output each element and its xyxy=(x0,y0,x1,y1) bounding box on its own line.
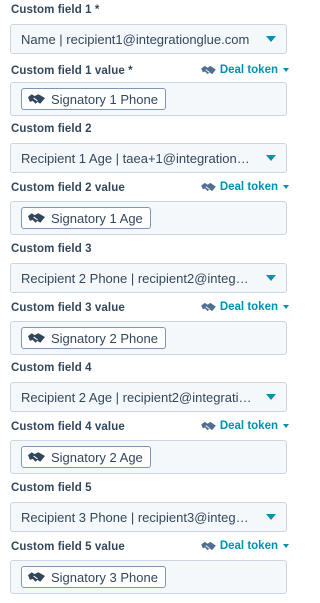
field-select[interactable]: Name | recipient1@integrationglue.com xyxy=(10,24,287,54)
handshake-icon xyxy=(28,333,45,343)
deal-token-dropdown[interactable]: Deal token xyxy=(200,420,289,432)
field-select-value: Recipient 2 Age | recipient2@integration… xyxy=(21,390,252,405)
caret-down-icon xyxy=(266,275,276,281)
token-chip-label: Signatory 1 Phone xyxy=(51,91,158,107)
caret-down-icon xyxy=(283,68,289,72)
caret-down-icon xyxy=(283,305,289,309)
deal-token-label: Deal token xyxy=(219,181,278,193)
caret-down-icon xyxy=(283,544,289,548)
caret-down-icon xyxy=(266,514,276,520)
field-select-value: Name | recipient1@integrationglue.com xyxy=(21,32,250,47)
handshake-icon xyxy=(200,421,216,430)
handshake-icon xyxy=(28,452,45,462)
field-value-input[interactable]: Signatory 2 Phone xyxy=(10,321,287,355)
token-chip[interactable]: Signatory 2 Phone xyxy=(21,327,166,349)
deal-token-label: Deal token xyxy=(219,420,278,432)
caret-down-icon xyxy=(266,36,276,42)
field-select-value: Recipient 2 Phone | recipient2@integrati… xyxy=(21,271,252,286)
handshake-icon xyxy=(200,65,216,74)
token-chip[interactable]: Signatory 1 Phone xyxy=(21,88,166,110)
field-value-input[interactable]: Signatory 1 Age xyxy=(10,201,287,235)
caret-down-icon xyxy=(266,394,276,400)
handshake-icon xyxy=(200,541,216,550)
field-value-input[interactable]: Signatory 3 Phone xyxy=(10,560,287,594)
field-label: Custom field 3 xyxy=(11,243,92,255)
field-label: Custom field 5 xyxy=(11,482,92,494)
deal-token-dropdown[interactable]: Deal token xyxy=(200,301,289,313)
value-label: Custom field 2 value xyxy=(11,182,125,194)
deal-token-dropdown[interactable]: Deal token xyxy=(200,181,289,193)
caret-down-icon xyxy=(266,155,276,161)
field-select[interactable]: Recipient 1 Age | taea+1@integrationglue… xyxy=(10,143,287,173)
field-select-value: Recipient 1 Age | taea+1@integrationglue… xyxy=(21,151,252,166)
token-chip-label: Signatory 2 Phone xyxy=(51,330,158,346)
token-chip-label: Signatory 1 Age xyxy=(51,210,143,226)
custom-fields-form: Custom field 1 * Name | recipient1@integ… xyxy=(0,0,300,603)
value-label: Custom field 4 value xyxy=(11,421,125,433)
handshake-icon xyxy=(28,213,45,223)
deal-token-dropdown[interactable]: Deal token xyxy=(200,540,289,552)
deal-token-dropdown[interactable]: Deal token xyxy=(200,64,289,76)
value-label: Custom field 3 value xyxy=(11,302,125,314)
deal-token-label: Deal token xyxy=(219,64,278,76)
token-chip-label: Signatory 2 Age xyxy=(51,449,143,465)
field-label: Custom field 4 xyxy=(11,362,92,374)
token-chip[interactable]: Signatory 3 Phone xyxy=(21,566,166,588)
field-label: Custom field 1 * xyxy=(11,4,100,16)
field-select[interactable]: Recipient 2 Age | recipient2@integration… xyxy=(10,382,287,412)
token-chip[interactable]: Signatory 2 Age xyxy=(21,446,151,468)
token-chip-label: Signatory 3 Phone xyxy=(51,569,158,585)
field-value-input[interactable]: Signatory 1 Phone xyxy=(10,82,287,116)
field-value-input[interactable]: Signatory 2 Age xyxy=(10,440,287,474)
field-select[interactable]: Recipient 2 Phone | recipient2@integrati… xyxy=(10,263,287,293)
field-select[interactable]: Recipient 3 Phone | recipient3@integrati… xyxy=(10,502,287,532)
field-label: Custom field 2 xyxy=(11,123,92,135)
handshake-icon xyxy=(200,182,216,191)
deal-token-label: Deal token xyxy=(219,540,278,552)
token-chip[interactable]: Signatory 1 Age xyxy=(21,207,151,229)
caret-down-icon xyxy=(283,185,289,189)
value-label: Custom field 5 value xyxy=(11,541,125,553)
deal-token-label: Deal token xyxy=(219,301,278,313)
field-select-value: Recipient 3 Phone | recipient3@integrati… xyxy=(21,510,252,525)
handshake-icon xyxy=(200,302,216,311)
handshake-icon xyxy=(28,94,45,104)
value-label: Custom field 1 value * xyxy=(11,65,133,77)
caret-down-icon xyxy=(283,424,289,428)
handshake-icon xyxy=(28,572,45,582)
